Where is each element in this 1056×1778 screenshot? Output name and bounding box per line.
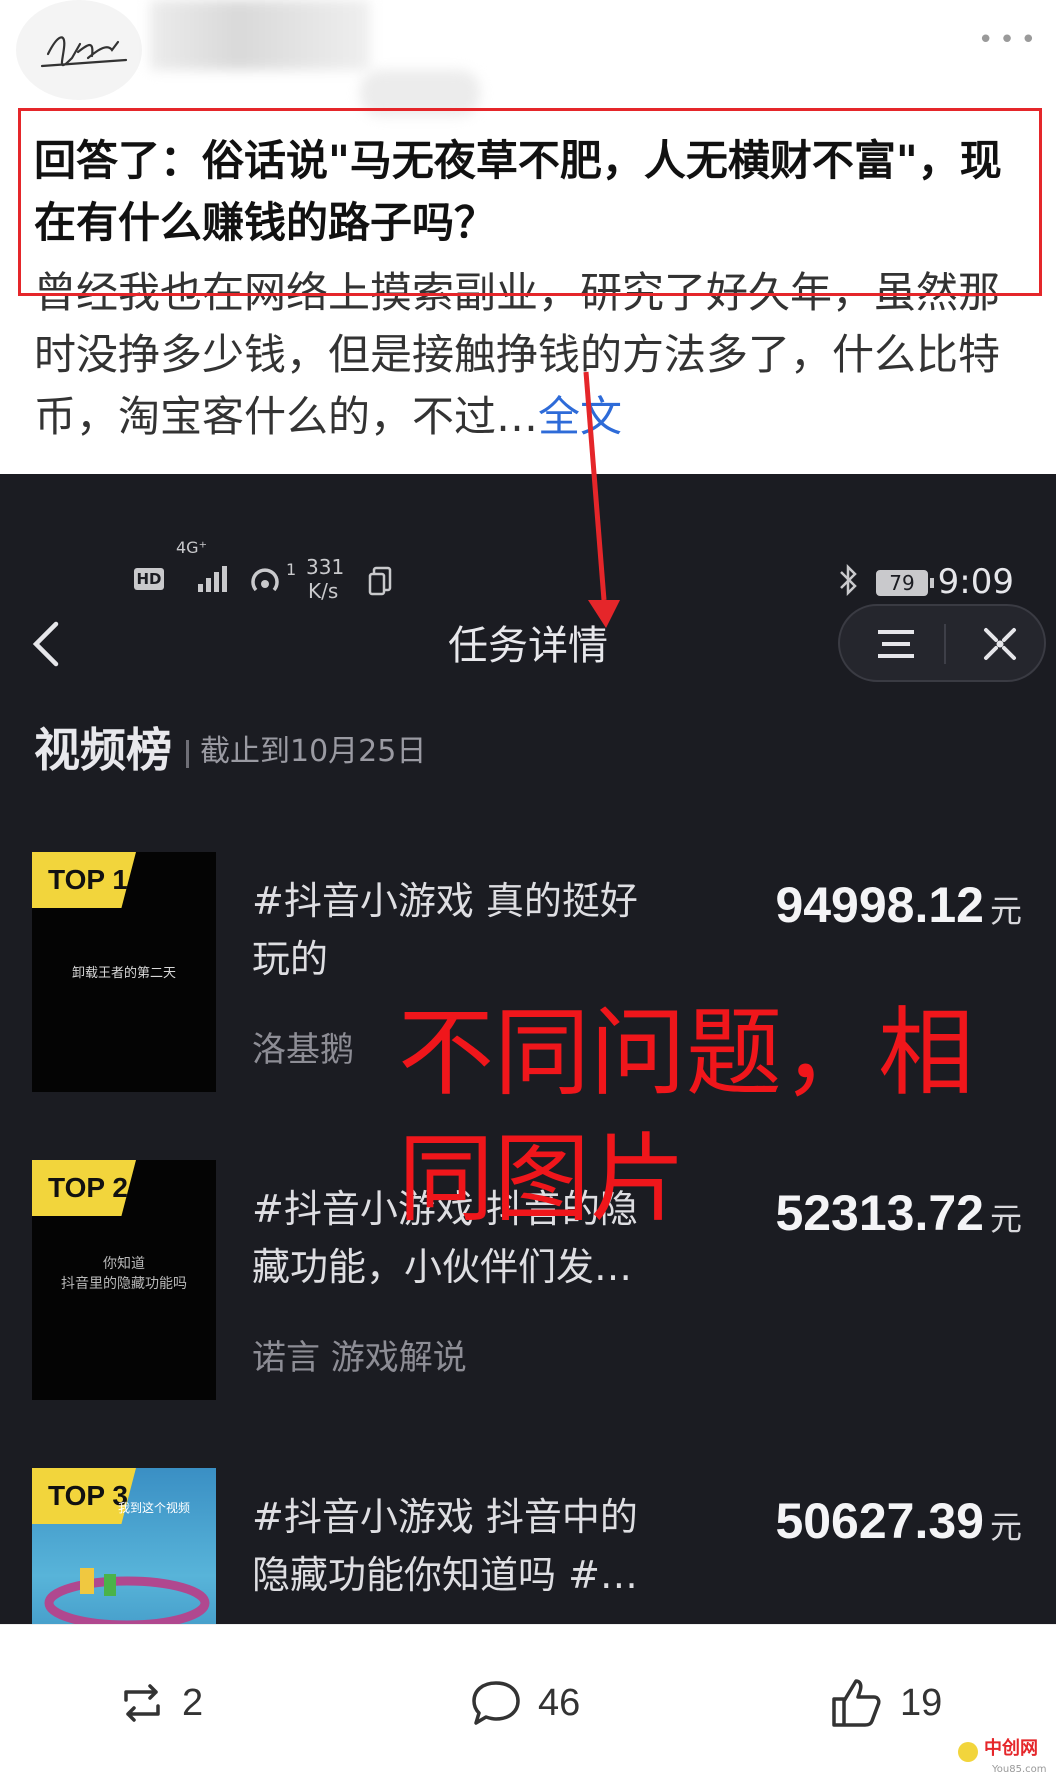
video-title: #抖音小游戏 真的挺好玩的	[252, 879, 638, 981]
hd-icon: HD	[134, 568, 164, 590]
ranking-date: 截止到10月25日	[200, 734, 427, 769]
ranking-title: 视频榜	[34, 723, 172, 777]
site-watermark: 中创网 You85.com	[956, 1722, 1056, 1778]
bluetooth-icon	[840, 564, 857, 596]
like-count: 19	[900, 1681, 943, 1724]
status-time: 9:09	[937, 562, 1014, 602]
speed-unit: K/s	[308, 579, 339, 603]
repost-count: 2	[182, 1681, 204, 1724]
signal-icon	[198, 566, 227, 592]
game-scene-graphic	[44, 1568, 210, 1624]
video-title: #抖音小游戏 抖音中的隐藏功能你知道吗 #…	[252, 1495, 638, 1597]
comment-count: 46	[538, 1681, 581, 1724]
capsule-divider	[944, 624, 946, 664]
like-button[interactable]: 19	[830, 1675, 942, 1731]
earnings-amount: 50627.39 元	[775, 1486, 1022, 1562]
status-bar: HD 4G⁺ 1 331 K/s 79 9:09	[0, 516, 1056, 602]
amount-value: 94998.12	[775, 877, 984, 933]
ranking-item[interactable]: TOP 3 我到这个视频 #抖音小游戏 抖音中的隐藏功能你知道吗 #… 5062…	[0, 1468, 1056, 1624]
thumbnail-caption: 你知道 抖音里的隐藏功能吗	[61, 1256, 187, 1292]
battery-icon: 79	[876, 570, 928, 596]
rank-badge: TOP 2	[32, 1160, 136, 1216]
thumbs-up-icon	[832, 1679, 881, 1727]
amount-unit: 元	[989, 1509, 1022, 1545]
repost-button[interactable]: 2	[118, 1675, 203, 1731]
watermark-logo: 中创网 You85.com	[958, 1737, 1047, 1775]
svg-text:You85.com: You85.com	[991, 1764, 1047, 1775]
title-separator	[186, 740, 189, 768]
close-icon[interactable]	[980, 624, 1020, 664]
comment-button[interactable]: 46	[470, 1675, 580, 1731]
hotspot-icon	[251, 568, 279, 592]
miniapp-capsule	[838, 604, 1046, 682]
action-bar: 2 46 19	[0, 1624, 1056, 1778]
video-author: 洛基鹅	[252, 1030, 354, 1070]
more-options-icon[interactable]: •••	[978, 27, 1036, 53]
menu-icon[interactable]	[874, 626, 918, 662]
video-thumbnail: TOP 2 你知道 抖音里的隐藏功能吗	[32, 1160, 216, 1400]
highlight-box	[18, 108, 1042, 296]
amount-value: 50627.39	[775, 1493, 984, 1549]
earnings-amount: 94998.12 元	[775, 870, 1022, 946]
comment-icon	[472, 1681, 520, 1725]
copy-icon	[368, 566, 392, 596]
video-thumbnail: TOP 3 我到这个视频	[32, 1468, 216, 1624]
signature-logo	[40, 36, 128, 68]
annotation-overlay-text: 不同问题，相同图片	[398, 997, 974, 1235]
battery-tip	[930, 578, 934, 588]
svg-text:中创网: 中创网	[984, 1737, 1038, 1759]
rank-badge: TOP 1	[32, 852, 136, 908]
username-blurred	[150, 0, 370, 70]
thumbnail-caption: 卸载王者的第二天	[71, 966, 176, 981]
hotspot-count: 1	[286, 560, 297, 579]
video-author: 诺言 游戏解说	[252, 1338, 467, 1378]
amount-unit: 元	[989, 893, 1022, 929]
repost-icon	[124, 1684, 160, 1722]
network-label: 4G⁺	[176, 538, 208, 557]
speed-value: 331	[306, 555, 345, 579]
thumbnail-caption: 我到这个视频	[117, 1501, 190, 1515]
full-text-link[interactable]: 全文	[538, 392, 622, 441]
video-thumbnail: TOP 1 卸载王者的第二天	[32, 852, 216, 1092]
avatar[interactable]	[16, 0, 142, 100]
